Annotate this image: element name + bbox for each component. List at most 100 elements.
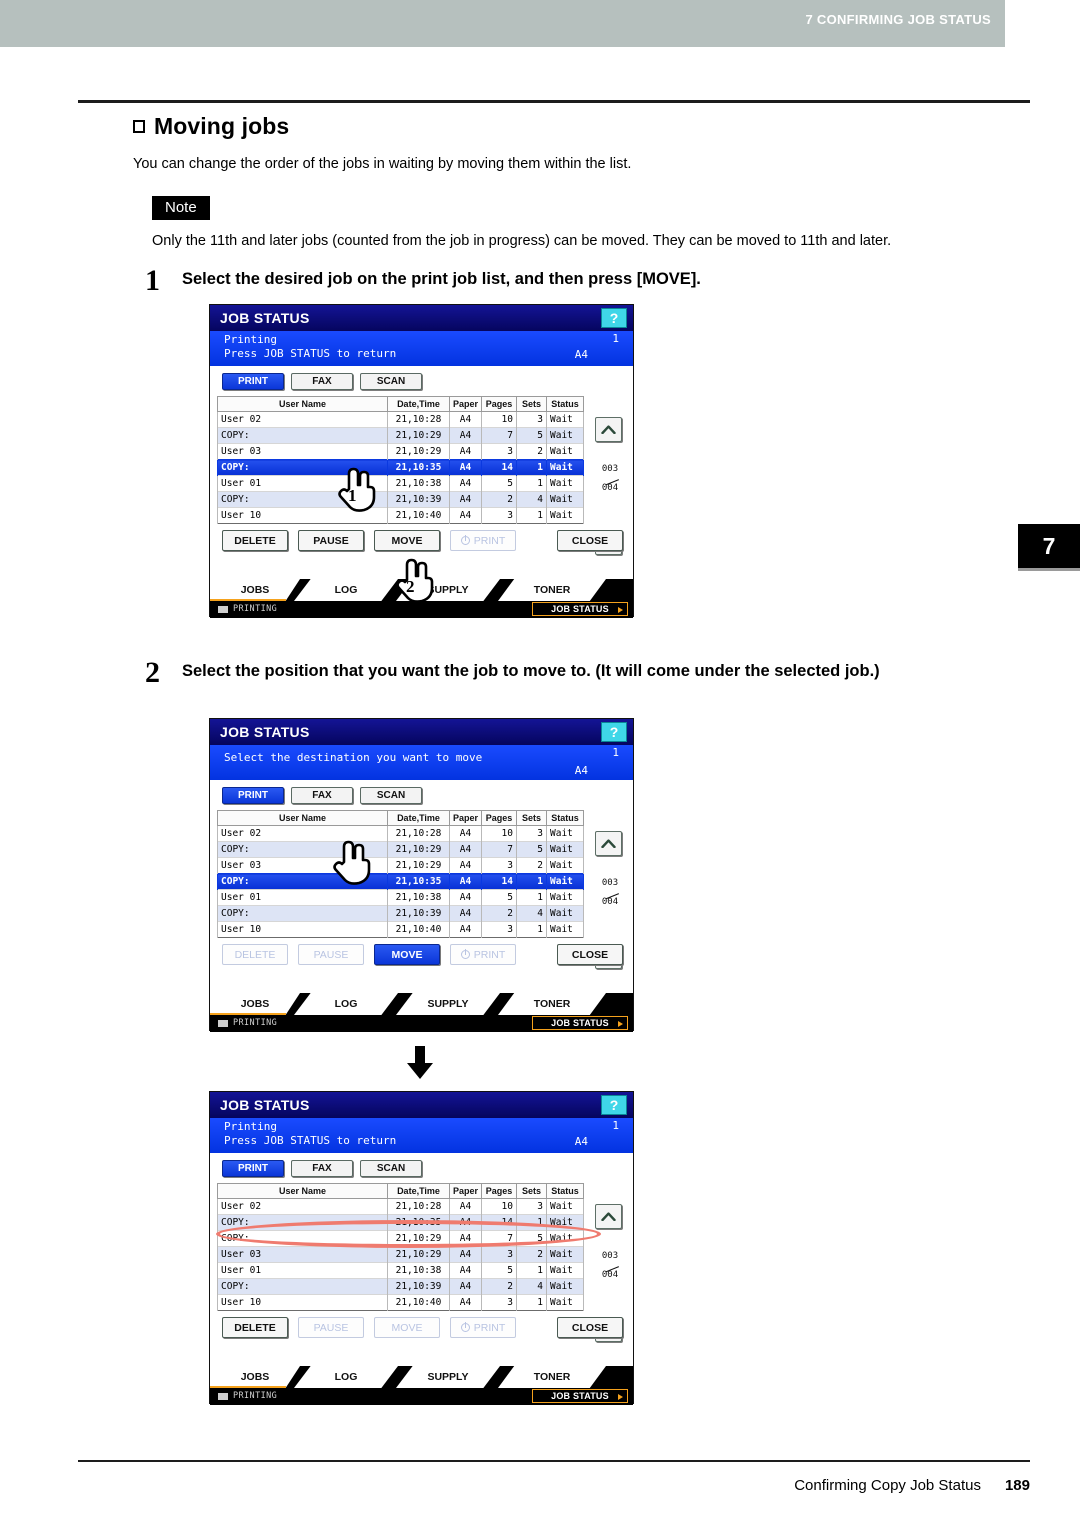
bottom-tab-jobs[interactable]: JOBS — [210, 993, 300, 1015]
note-paragraph: Only the 11th and later jobs (counted fr… — [152, 233, 892, 249]
cell-paper: A4 — [449, 857, 482, 874]
close-button[interactable]: CLOSE — [557, 1317, 623, 1338]
help-button[interactable]: ? — [601, 1095, 627, 1115]
mode-tab-print[interactable]: PRINT — [222, 373, 284, 390]
pause-button[interactable]: PAUSE — [298, 530, 364, 551]
mode-tab-fax[interactable]: FAX — [291, 787, 353, 804]
bottom-tab-log[interactable]: LOG — [294, 993, 398, 1015]
cell-status: Wait — [546, 1278, 584, 1295]
scroll-up-button[interactable] — [595, 1204, 622, 1229]
table-row[interactable]: COPY: 21,10:35 A4 14 1 Wait — [217, 459, 584, 476]
pause-button[interactable]: PAUSE — [298, 944, 364, 965]
cell-status: Wait — [546, 507, 584, 524]
bottom-tab-log[interactable]: LOG — [294, 579, 398, 601]
bottom-tab-jobs[interactable]: JOBS — [210, 579, 300, 601]
table-row[interactable]: COPY: 21,10:35 A4 14 1 Wait — [217, 873, 584, 890]
scroll-position-indicator: 003 004 — [594, 1251, 626, 1281]
lcd-status-bar: Printing Press JOB STATUS to return 1 A4 — [210, 1118, 633, 1153]
table-row[interactable]: User 02 21,10:28 A4 10 3 Wait — [217, 825, 584, 842]
mode-tab-print[interactable]: PRINT — [222, 1160, 284, 1177]
scroll-up-button[interactable] — [595, 831, 622, 856]
move-button[interactable]: MOVE — [374, 944, 440, 965]
cell-paper: A4 — [449, 443, 482, 460]
bottom-tab-label: TONER — [533, 998, 571, 1010]
mode-tab-scan[interactable]: SCAN — [360, 787, 422, 804]
table-row[interactable]: COPY: 21,10:39 A4 2 4 Wait — [217, 905, 584, 922]
table-row[interactable]: User 03 21,10:29 A4 3 2 Wait — [217, 443, 584, 460]
table-row[interactable]: User 10 21,10:40 A4 3 1 Wait — [217, 507, 584, 524]
close-button[interactable]: CLOSE — [557, 944, 623, 965]
cell-pages: 10 — [481, 411, 517, 428]
mode-tab-scan[interactable]: SCAN — [360, 373, 422, 390]
bottom-tab-toner[interactable]: TONER — [498, 579, 606, 601]
table-row[interactable]: COPY: 21,10:29 A4 7 5 Wait — [217, 841, 584, 858]
cell-sets: 1 — [516, 459, 547, 476]
move-button[interactable]: MOVE — [374, 530, 440, 551]
job-status-shortcut-button[interactable]: JOB STATUS — [532, 1389, 628, 1403]
bottom-tab-toner[interactable]: TONER — [498, 993, 606, 1015]
status-line-2: Press JOB STATUS to return — [224, 347, 397, 360]
table-row[interactable]: User 10 21,10:40 A4 3 1 Wait — [217, 1294, 584, 1311]
column-header: Status — [546, 810, 584, 826]
status-paper-size: A4 — [574, 764, 588, 777]
table-row[interactable]: COPY: 21,10:29 A4 7 5 Wait — [217, 427, 584, 444]
printing-status-text: PRINTING — [233, 1018, 278, 1028]
cell-pages: 14 — [481, 459, 517, 476]
table-row[interactable]: User 02 21,10:28 A4 10 3 Wait — [217, 411, 584, 428]
mode-tab-fax[interactable]: FAX — [291, 1160, 353, 1177]
step-2-number: 2 — [145, 656, 160, 689]
job-status-shortcut-button[interactable]: JOB STATUS — [532, 1016, 628, 1030]
help-button[interactable]: ? — [601, 308, 627, 328]
column-header: Sets — [516, 396, 547, 412]
help-button[interactable]: ? — [601, 722, 627, 742]
delete-button-label: DELETE — [234, 534, 276, 547]
bottom-tab-toner[interactable]: TONER — [498, 1366, 606, 1388]
mode-tab-scan[interactable]: SCAN — [360, 1160, 422, 1177]
table-row[interactable]: COPY: 21,10:29 A4 7 5 Wait — [217, 1230, 584, 1247]
table-row[interactable]: User 01 21,10:38 A4 5 1 Wait — [217, 889, 584, 906]
delete-button[interactable]: DELETE — [222, 1317, 288, 1338]
print-button[interactable]: PRINT — [450, 944, 516, 965]
bottom-tab-supply[interactable]: SUPPLY — [396, 993, 500, 1015]
cell-user-name: User 10 — [217, 507, 388, 524]
bottom-tab-label: JOBS — [240, 584, 270, 596]
scroll-divider-icon — [601, 889, 619, 897]
power-icon — [460, 949, 470, 959]
cell-pages: 7 — [481, 1230, 517, 1247]
cell-pages: 5 — [481, 1262, 517, 1279]
cell-sets: 1 — [516, 507, 547, 524]
cell-date-time: 21,10:39 — [387, 491, 450, 508]
scroll-up-button[interactable] — [595, 417, 622, 442]
bottom-tab-jobs[interactable]: JOBS — [210, 1366, 300, 1388]
table-row[interactable]: COPY: 21,10:39 A4 2 4 Wait — [217, 491, 584, 508]
cell-sets: 4 — [516, 905, 547, 922]
table-row[interactable]: User 01 21,10:38 A4 5 1 Wait — [217, 1262, 584, 1279]
cell-sets: 5 — [516, 1230, 547, 1247]
cell-status: Wait — [546, 411, 584, 428]
table-row[interactable]: User 03 21,10:29 A4 3 2 Wait — [217, 857, 584, 874]
mode-tab-print[interactable]: PRINT — [222, 787, 284, 804]
job-status-shortcut-button[interactable]: JOB STATUS — [532, 602, 628, 616]
cell-sets: 2 — [516, 1246, 547, 1263]
table-row[interactable]: User 10 21,10:40 A4 3 1 Wait — [217, 921, 584, 938]
cell-pages: 14 — [481, 1214, 517, 1231]
table-row[interactable]: COPY: 21,10:39 A4 2 4 Wait — [217, 1278, 584, 1295]
pause-button[interactable]: PAUSE — [298, 1317, 364, 1338]
column-header: Paper — [449, 810, 482, 826]
table-row[interactable]: User 01 21,10:38 A4 5 1 Wait — [217, 475, 584, 492]
print-button[interactable]: PRINT — [450, 530, 516, 551]
table-row[interactable]: COPY: 21,10:35 A4 14 1 Wait — [217, 1214, 584, 1231]
table-row[interactable]: User 03 21,10:29 A4 3 2 Wait — [217, 1246, 584, 1263]
mode-tab-fax[interactable]: FAX — [291, 373, 353, 390]
bottom-tab-supply[interactable]: SUPPLY — [396, 1366, 500, 1388]
delete-button[interactable]: DELETE — [222, 944, 288, 965]
print-button[interactable]: PRINT — [450, 1317, 516, 1338]
move-button[interactable]: MOVE — [374, 1317, 440, 1338]
delete-button[interactable]: DELETE — [222, 530, 288, 551]
table-row[interactable]: User 02 21,10:28 A4 10 3 Wait — [217, 1198, 584, 1215]
lcd-body: PRINT FAX SCAN User Name Date,Time Paper Pages… — [210, 366, 633, 579]
bottom-tab-log[interactable]: LOG — [294, 1366, 398, 1388]
close-button[interactable]: CLOSE — [557, 530, 623, 551]
cell-status: Wait — [546, 857, 584, 874]
cell-status: Wait — [546, 889, 584, 906]
